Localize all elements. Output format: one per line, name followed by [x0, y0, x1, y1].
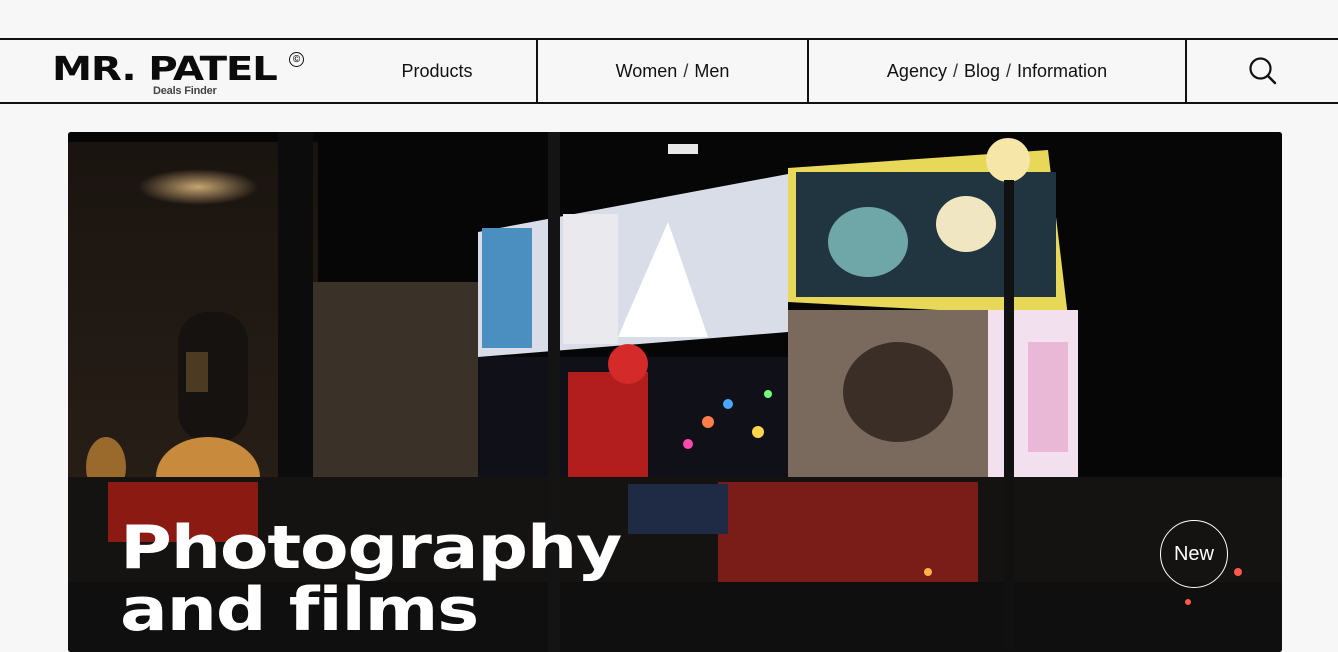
brand-name: MR. PATEL: [52, 49, 278, 88]
brand-logo[interactable]: MR. PATEL © Deals Finder: [0, 40, 338, 102]
nav-information[interactable]: Information: [1017, 61, 1107, 82]
hero-title-line-1: Photography: [120, 513, 622, 583]
hero-title: Photography and films: [120, 513, 622, 645]
hero-banner[interactable]: Photography and films New: [68, 132, 1282, 652]
nav-products[interactable]: Products: [338, 40, 538, 102]
nav-agency[interactable]: Agency: [887, 61, 947, 82]
copyright-mark: ©: [289, 52, 304, 67]
new-badge-label: New: [1173, 542, 1214, 565]
search-icon: [1248, 57, 1276, 85]
nav-products-label: Products: [401, 60, 473, 81]
hero-title-line-2: and films: [120, 575, 479, 645]
nav-info-group: Agency / Blog / Information: [809, 40, 1187, 102]
nav-separator: /: [952, 60, 958, 81]
nav-gender-group: Women / Men: [538, 40, 809, 102]
nav-blog[interactable]: Blog: [964, 61, 1000, 82]
brand-tagline: Deals Finder: [153, 85, 217, 97]
top-navigation: MR. PATEL © Deals Finder Products Women …: [0, 38, 1338, 104]
nav-separator: /: [683, 60, 689, 81]
search-button[interactable]: [1187, 40, 1338, 102]
nav-women[interactable]: Women: [616, 61, 678, 82]
nav-men[interactable]: Men: [694, 61, 729, 82]
nav-separator: /: [1006, 60, 1012, 81]
new-badge[interactable]: New: [1160, 520, 1228, 588]
